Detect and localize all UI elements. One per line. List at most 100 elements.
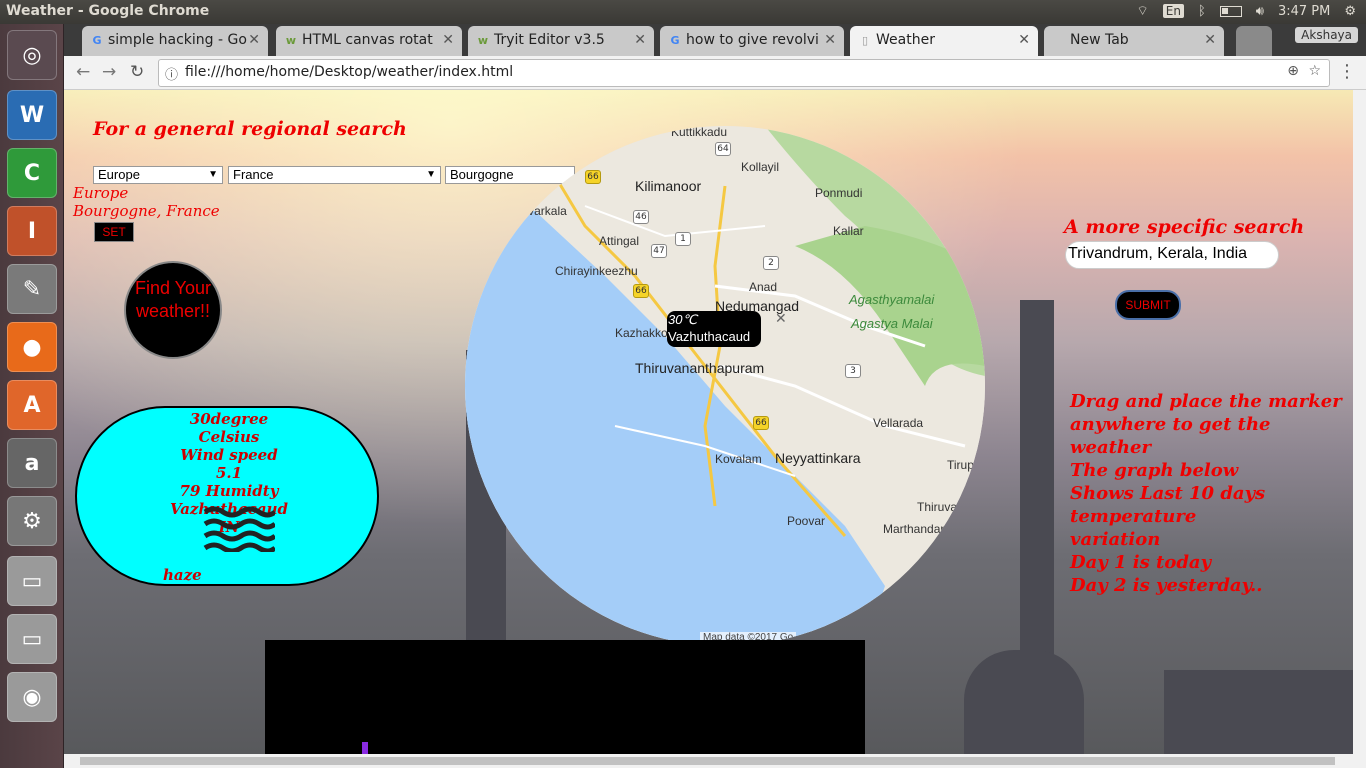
map-label: Ponmudi <box>815 186 863 200</box>
instruction-line: Day 1 is today <box>1070 552 1212 573</box>
wifi-icon[interactable]: ⌔ <box>1137 3 1149 19</box>
dvd-icon[interactable]: ◉ <box>7 672 57 722</box>
forward-icon[interactable]: → <box>102 62 116 82</box>
tab-title: HTML canvas rotat <box>302 32 433 48</box>
tab-title: how to give revolvi <box>686 32 819 48</box>
map-label: Marthandan <box>883 522 948 536</box>
weather-result-card: 30degree Celsius Wind speed 5.1 79 Humid… <box>75 406 379 586</box>
vertical-scrollbar[interactable] <box>1353 90 1366 754</box>
map-label: Agasthyamalai <box>849 292 935 307</box>
battery-icon[interactable] <box>1219 5 1242 17</box>
horizontal-scrollbar[interactable] <box>64 754 1366 768</box>
dome-silhouette <box>964 650 1084 754</box>
region-select[interactable]: Europe ▼ <box>93 166 223 184</box>
instruction-line: variation <box>1070 529 1161 550</box>
map-label: Neyyattinkara <box>775 450 861 466</box>
selected-place-text: Bourgogne, France <box>73 202 220 220</box>
location-search-input[interactable]: Trivandrum, Kerala, India <box>1065 241 1279 269</box>
map-label: Anad <box>749 280 778 294</box>
map-marker-pin-icon[interactable] <box>465 126 487 166</box>
system-settings-icon[interactable]: ⚙ <box>7 496 57 546</box>
dropdown-arrow-icon: ▼ <box>208 169 218 180</box>
software-center-icon[interactable]: A <box>7 380 57 430</box>
ubuntu-dash-icon[interactable]: ◎ <box>7 30 57 80</box>
new-tab-button[interactable] <box>1236 26 1272 56</box>
map-info-window: 30℃ Vazhuthacaud <box>667 311 761 347</box>
tab-close-icon[interactable]: ✕ <box>634 32 646 48</box>
map-label: Vellarada <box>873 416 924 430</box>
submit-button[interactable]: SUBMIT <box>1115 290 1181 320</box>
find-weather-button[interactable]: Find Your weather!! <box>124 261 222 359</box>
tab-close-icon[interactable]: ✕ <box>442 32 454 48</box>
system-top-bar: Weather - Google Chrome ⌔ En ᛒ 🔊︎ 3:47 P… <box>0 0 1366 24</box>
road-shield: 2 <box>763 256 779 270</box>
rotating-map[interactable]: Kuttikkadu Kollayil Kilimanoor Ponmudi V… <box>465 126 985 646</box>
tab-favicon-icon: w <box>477 34 489 47</box>
clock[interactable]: 3:47 PM <box>1278 4 1330 19</box>
map-label: Kilimanoor <box>635 178 702 194</box>
page-info-icon[interactable]: ⓘ <box>165 64 178 83</box>
road-shield: 46 <box>633 210 649 224</box>
browser-tab[interactable]: w Tryit Editor v3.5 ✕ <box>468 26 654 56</box>
window-title: Weather - Google Chrome <box>6 3 210 19</box>
location-icon[interactable]: ⊕ <box>1287 63 1299 79</box>
drive-icon[interactable]: ▭ <box>7 556 57 606</box>
browser-tab[interactable]: w HTML canvas rotat ✕ <box>276 26 462 56</box>
tab-title: Tryit Editor v3.5 <box>494 32 605 48</box>
bookmark-star-icon[interactable]: ☆ <box>1308 63 1321 79</box>
road-shield: 66 <box>633 284 649 298</box>
chrome-menu-icon[interactable]: ⋮ <box>1338 61 1356 82</box>
road-shield: 47 <box>651 244 667 258</box>
profile-button[interactable]: Akshaya <box>1295 27 1358 43</box>
tab-close-icon[interactable]: ✕ <box>824 32 836 48</box>
map-label: Kuttikkadu <box>671 126 728 139</box>
instructions-text: Drag and place the marker anywhere to ge… <box>1070 390 1350 597</box>
unity-launcher: ◎ W C I ✎ ● Aa ⚙ ▭ ▭ ◉ <box>0 24 64 768</box>
tab-favicon-icon: G <box>92 34 102 47</box>
browser-tab[interactable]: ▯ Weather ✕ <box>850 26 1038 56</box>
libreoffice-impress-icon[interactable]: I <box>7 206 57 256</box>
drive-icon-2[interactable]: ▭ <box>7 614 57 664</box>
tab-title: Weather <box>876 32 935 48</box>
amazon-icon[interactable]: a <box>7 438 57 488</box>
map-label: Kallar <box>833 224 864 238</box>
power-gear-icon[interactable]: ⚙ <box>1344 4 1356 19</box>
map-label: Attingal <box>599 234 640 248</box>
tab-favicon-icon: w <box>285 34 297 47</box>
haze-icon <box>203 506 275 552</box>
browser-tab[interactable]: New Tab ✕ <box>1044 26 1224 56</box>
scrollbar-thumb[interactable] <box>80 757 1335 765</box>
url-text: file:///home/home/Desktop/weather/index.… <box>185 64 514 80</box>
libreoffice-writer-icon[interactable]: W <box>7 90 57 140</box>
specific-search-title: A more specific search <box>1064 216 1305 238</box>
map-label: Agastya Malai <box>851 316 933 331</box>
graph-bar <box>362 742 368 754</box>
info-window-close-icon[interactable]: ✕ <box>775 311 787 327</box>
tab-close-icon[interactable]: ✕ <box>248 32 260 48</box>
libreoffice-calc-icon[interactable]: C <box>7 148 57 198</box>
address-bar[interactable]: ⓘ file:///home/home/Desktop/weather/inde… <box>158 59 1330 87</box>
reload-icon[interactable]: ↻ <box>130 62 144 82</box>
country-select-value: France <box>233 167 274 182</box>
bluetooth-icon[interactable]: ᛒ <box>1198 4 1206 19</box>
region-select-value: Europe <box>98 167 140 182</box>
tab-title: New Tab <box>1070 32 1129 48</box>
building-silhouette <box>1164 670 1353 754</box>
back-icon[interactable]: ← <box>76 62 90 82</box>
text-editor-icon[interactable]: ✎ <box>7 264 57 314</box>
tab-favicon-icon <box>1052 34 1066 48</box>
keyboard-layout-indicator[interactable]: En <box>1162 4 1184 18</box>
browser-tab[interactable]: Gsimple hacking - Go ✕ <box>82 26 268 56</box>
map-label: Tirupu <box>947 458 981 472</box>
browser-tab[interactable]: Ghow to give revolvi ✕ <box>660 26 844 56</box>
browser-tab-strip: Gsimple hacking - Go ✕ w HTML canvas rotat ✕… <box>64 24 1366 56</box>
set-button[interactable]: SET <box>94 222 134 242</box>
tab-close-icon[interactable]: ✕ <box>1204 32 1216 48</box>
map-label: Thiruvananthapuram <box>635 360 765 376</box>
map-label: Thiruva <box>917 500 958 514</box>
firefox-icon[interactable]: ● <box>7 322 57 372</box>
info-place: Vazhuthacaud <box>668 329 751 344</box>
tab-close-icon[interactable]: ✕ <box>1018 32 1030 48</box>
volume-icon[interactable]: 🔊︎ <box>1256 4 1264 19</box>
country-select[interactable]: France ▼ <box>228 166 441 184</box>
